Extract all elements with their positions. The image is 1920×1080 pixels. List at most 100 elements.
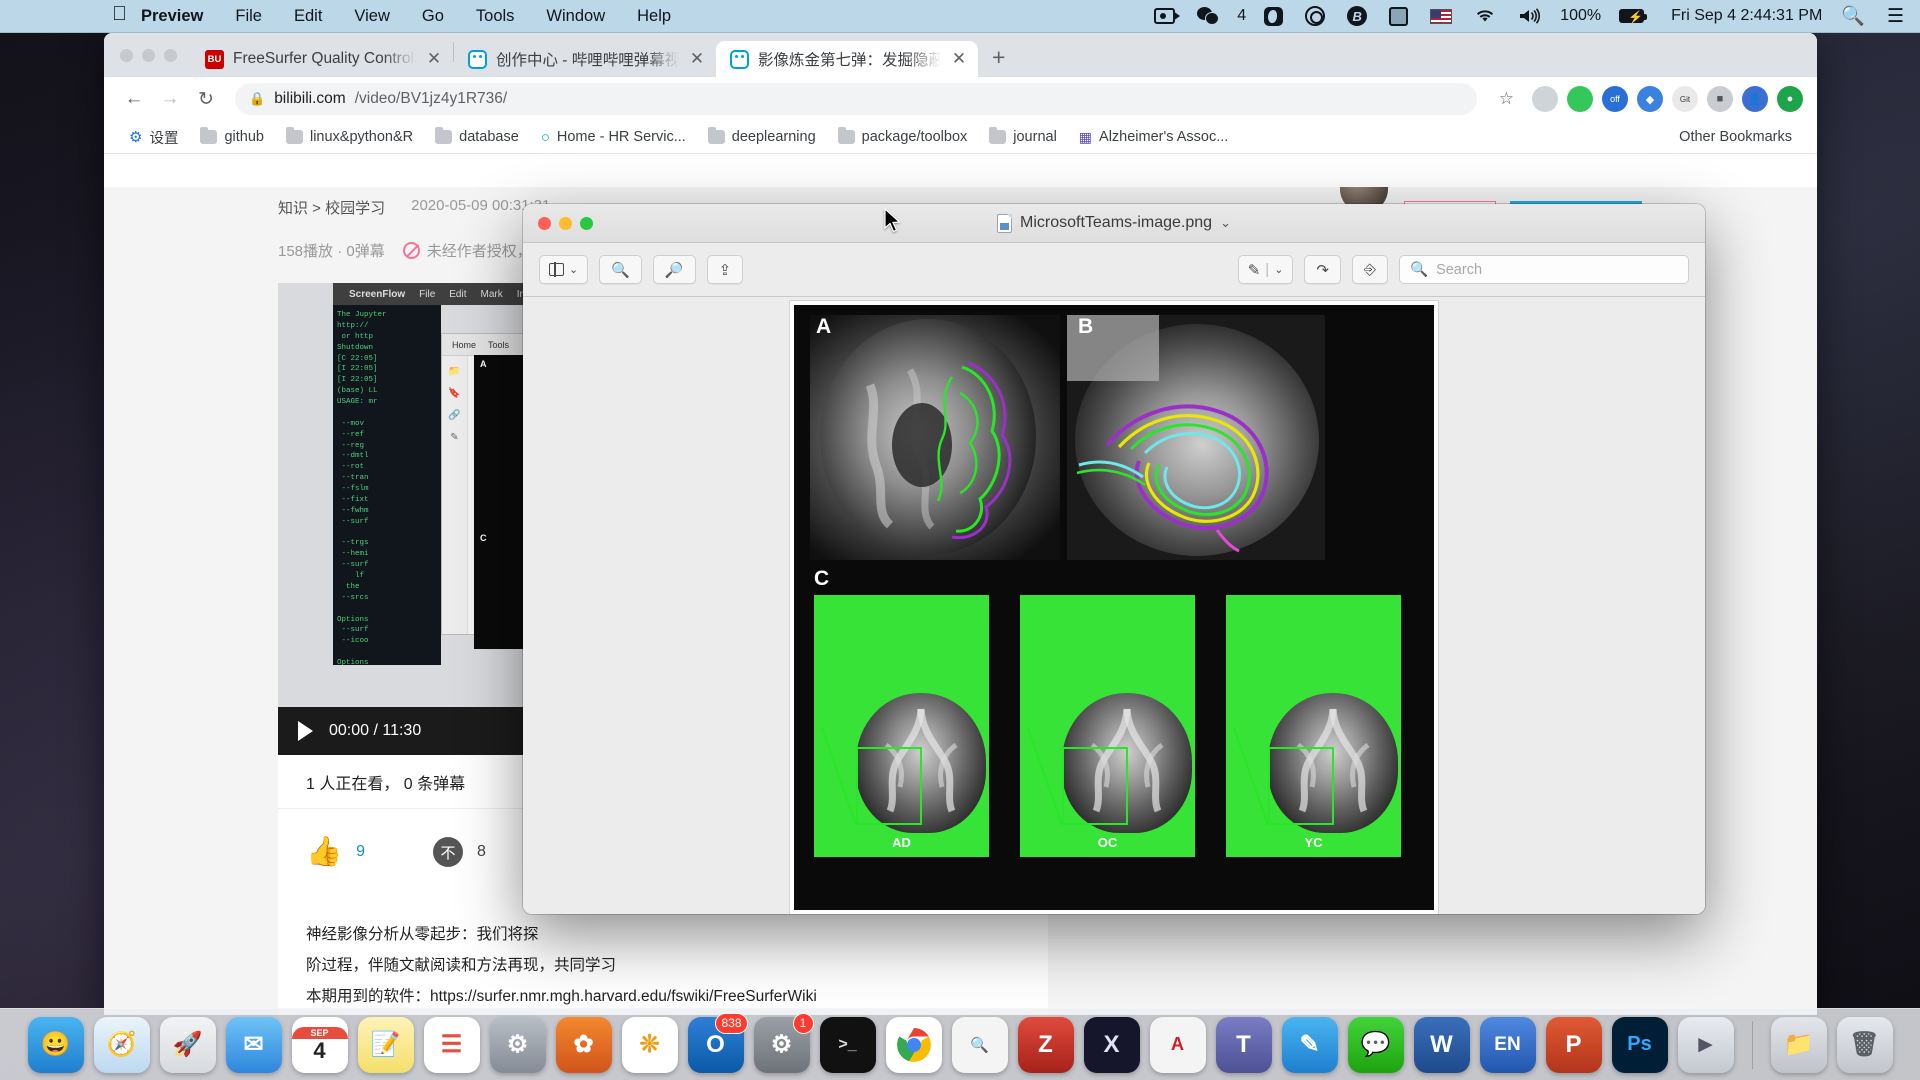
bookmark-settings[interactable]: ⚙ 设置 bbox=[120, 123, 187, 152]
search-input[interactable]: 🔍 Search bbox=[1399, 255, 1689, 284]
extension-icon-account[interactable]: ● bbox=[1777, 86, 1803, 112]
dock-downloads-stack[interactable]: 📁 bbox=[1770, 1016, 1827, 1073]
browser-tab-3[interactable]: 影像炼金第七弹：发掘隐蔽功能 ✕ bbox=[716, 41, 978, 77]
browser-tab-2[interactable]: 创作中心 - 哔哩哔哩弹幕视频网 ✕ bbox=[454, 41, 716, 77]
sidebar-view-button[interactable]: ⌄ bbox=[539, 255, 589, 284]
bartender-icon[interactable]: B bbox=[1336, 6, 1378, 26]
extension-icon-gitzip[interactable]: Git bbox=[1672, 86, 1698, 112]
address-bar[interactable]: 🔒 bilibili.com/video/BV1jz4y1R736/ bbox=[235, 83, 1477, 115]
apple-logo-icon[interactable]:  bbox=[112, 4, 127, 24]
title-chevron-down-icon[interactable]: ⌄ bbox=[1220, 215, 1231, 231]
image-document[interactable]: A B C AD OC YC bbox=[789, 300, 1439, 914]
menu-window[interactable]: Window bbox=[530, 7, 621, 26]
other-bookmarks-button[interactable]: Other Bookmarks bbox=[1670, 125, 1801, 149]
bookmark-journal[interactable]: journal bbox=[980, 125, 1066, 149]
control-center-icon[interactable]: ☰ bbox=[1877, 5, 1904, 28]
dock-outlook[interactable]: O 838 bbox=[687, 1012, 748, 1073]
extension-icon-off[interactable]: off bbox=[1602, 86, 1628, 112]
dock-settings[interactable]: ⚙ 1 bbox=[753, 1012, 814, 1073]
dock-input-source[interactable]: EN bbox=[1479, 1016, 1536, 1073]
volume-icon[interactable] bbox=[1507, 8, 1553, 24]
chrome-window-controls[interactable] bbox=[114, 33, 191, 77]
dock-chrome[interactable] bbox=[885, 1016, 942, 1073]
chrome-close-button[interactable] bbox=[120, 48, 133, 62]
menu-view[interactable]: View bbox=[338, 7, 405, 26]
share-button[interactable]: ⇪ bbox=[706, 255, 744, 284]
markup-button[interactable]: ✎ | ⌄ bbox=[1237, 255, 1294, 284]
bookmark-database[interactable]: database bbox=[426, 125, 528, 149]
menu-edit[interactable]: Edit bbox=[278, 7, 338, 26]
dock-launchpad[interactable]: 🚀 bbox=[159, 1016, 216, 1073]
dock-trash[interactable]: 🗑 bbox=[1836, 1016, 1893, 1073]
dock-wechat[interactable]: 💬 bbox=[1347, 1016, 1404, 1073]
menu-app-name[interactable]: Preview bbox=[127, 7, 219, 26]
dock-reminders[interactable]: ☰ bbox=[423, 1016, 480, 1073]
dock-photos[interactable]: ❊ bbox=[621, 1016, 678, 1073]
dock-system-preferences[interactable]: ⚙ bbox=[489, 1016, 546, 1073]
play-icon[interactable] bbox=[298, 721, 313, 741]
dock-preview[interactable]: 🔍 bbox=[951, 1016, 1008, 1073]
dock-mail[interactable]: ✉ bbox=[225, 1016, 282, 1073]
dock-screenflow[interactable]: ► bbox=[1677, 1016, 1734, 1073]
extension-icon-circle[interactable] bbox=[1532, 86, 1558, 112]
back-button[interactable]: ← bbox=[118, 83, 150, 115]
zoom-out-button[interactable]: 🔍 bbox=[599, 255, 642, 284]
bookmark-star-icon[interactable]: ☆ bbox=[1490, 89, 1523, 109]
dock-acrobat[interactable]: A bbox=[1149, 1016, 1206, 1073]
dock-powerpoint[interactable]: P bbox=[1545, 1016, 1602, 1073]
preview-titlebar[interactable]: MicrosoftTeams-image.png ⌄ bbox=[523, 204, 1705, 243]
screen-record-icon[interactable] bbox=[1143, 8, 1186, 24]
thumbs-up-icon[interactable]: 👍 bbox=[306, 835, 342, 869]
dock-terminal[interactable]: >_ bbox=[819, 1016, 876, 1073]
breadcrumb-text[interactable]: 知识 > 校园学习 bbox=[278, 197, 385, 218]
dock-finder[interactable]: 😀 bbox=[27, 1016, 84, 1073]
bookmark-linux-python-r[interactable]: linux&python&R bbox=[277, 125, 422, 149]
tab-close-icon[interactable]: ✕ bbox=[688, 49, 706, 69]
menubar-clock[interactable]: Fri Sep 4 2:44:31 PM bbox=[1655, 7, 1829, 25]
forward-button[interactable]: → bbox=[154, 83, 186, 115]
reload-button[interactable]: ↻ bbox=[190, 83, 222, 115]
bookmark-home-hr-service[interactable]: ○ Home - HR Servic... bbox=[532, 125, 695, 150]
tab-close-icon[interactable]: ✕ bbox=[425, 49, 443, 69]
dock-xquartz[interactable]: X bbox=[1083, 1016, 1140, 1073]
wifi-icon[interactable] bbox=[1463, 8, 1507, 24]
chrome-maximize-button[interactable] bbox=[164, 48, 177, 62]
thumbs-down-icon[interactable]: 不 bbox=[433, 837, 464, 867]
chrome-minimize-button[interactable] bbox=[142, 48, 155, 62]
profile-avatar-icon[interactable]: 👤 bbox=[1742, 86, 1768, 112]
us-flag-icon[interactable] bbox=[1419, 8, 1463, 24]
menu-go[interactable]: Go bbox=[406, 7, 460, 26]
wechat-icon[interactable] bbox=[1186, 7, 1230, 25]
dock-zotero[interactable]: Z bbox=[1017, 1016, 1074, 1073]
search-icon[interactable]: 🔍 bbox=[1829, 4, 1877, 28]
bookmark-github[interactable]: github bbox=[191, 125, 273, 149]
dock-photoshop[interactable]: Ps bbox=[1611, 1016, 1668, 1073]
bookmark-package-toolbox[interactable]: package/toolbox bbox=[829, 125, 977, 149]
menu-tools[interactable]: Tools bbox=[460, 7, 531, 26]
annotate-button[interactable]: ⎆ bbox=[1351, 255, 1388, 284]
battery-charging-icon[interactable]: ⚡ bbox=[1608, 9, 1655, 24]
preview-window[interactable]: MicrosoftTeams-image.png ⌄ ⌄ 🔍 🔎 ⇪ ✎ | ⌄… bbox=[523, 204, 1705, 914]
dock-matlab[interactable]: ✿ bbox=[555, 1016, 612, 1073]
macos-dock[interactable]: 😀 🧭 🚀 ✉ SEP 4 📝 ☰ ⚙ ✿ ❊ O 838 ⚙ 1 >_ 🔍 Z… bbox=[0, 1008, 1920, 1080]
extension-icon-green[interactable] bbox=[1567, 86, 1593, 112]
dock-notes[interactable]: 📝 bbox=[357, 1016, 414, 1073]
dock-calendar[interactable]: SEP 4 bbox=[291, 1016, 348, 1073]
bookmark-alzheimers-assoc[interactable]: ▦ Alzheimer's Assoc... bbox=[1070, 125, 1238, 150]
zoom-in-button[interactable]: 🔎 bbox=[652, 255, 696, 284]
rotate-button[interactable]: ↷ bbox=[1304, 255, 1341, 284]
menu-help[interactable]: Help bbox=[621, 7, 687, 26]
new-tab-button[interactable]: + bbox=[978, 44, 1019, 71]
dock-notability[interactable]: ✎ bbox=[1281, 1016, 1338, 1073]
dock-word[interactable]: W bbox=[1413, 1016, 1470, 1073]
tab-close-icon[interactable]: ✕ bbox=[950, 49, 968, 69]
puzzle-icon[interactable]: ■ bbox=[1707, 86, 1733, 112]
dark-mode-icon[interactable] bbox=[1253, 6, 1294, 26]
browser-tab-1[interactable]: BU FreeSurfer Quality Control: Ste ✕ bbox=[191, 41, 453, 77]
menu-file[interactable]: File bbox=[219, 7, 278, 26]
creative-cloud-icon[interactable] bbox=[1294, 6, 1336, 26]
extension-icon-diamond[interactable]: ◆ bbox=[1637, 86, 1663, 112]
dock-safari[interactable]: 🧭 bbox=[93, 1016, 150, 1073]
display-icon[interactable] bbox=[1378, 6, 1419, 26]
dock-teams[interactable]: T bbox=[1215, 1016, 1272, 1073]
